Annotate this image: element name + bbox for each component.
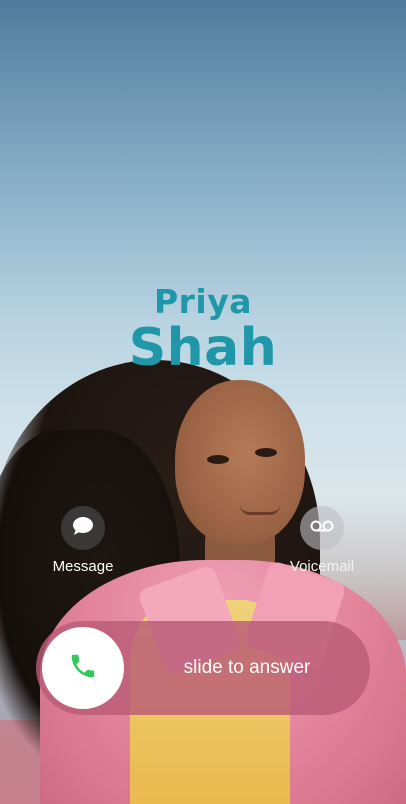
slide-to-answer-label: slide to answer (183, 657, 311, 678)
left-eye (207, 455, 229, 464)
phone-icon (68, 651, 98, 686)
message-button[interactable]: Message (33, 506, 133, 575)
voicemail-label: Voicemail (289, 558, 355, 575)
right-eye (255, 448, 277, 457)
message-label: Message (52, 558, 114, 575)
speech-bubble-icon (72, 516, 94, 541)
caller-first-name: Priya (153, 282, 253, 321)
caller-last-name: Shah (128, 318, 278, 378)
voicemail-button[interactable]: Voicemail (272, 506, 372, 575)
message-button-circle[interactable] (61, 506, 105, 550)
answer-slider-knob[interactable] (42, 627, 124, 709)
voicemail-button-circle[interactable] (300, 506, 344, 550)
voicemail-icon (310, 519, 334, 538)
slide-to-answer-track[interactable]: slide to answer (36, 621, 370, 715)
